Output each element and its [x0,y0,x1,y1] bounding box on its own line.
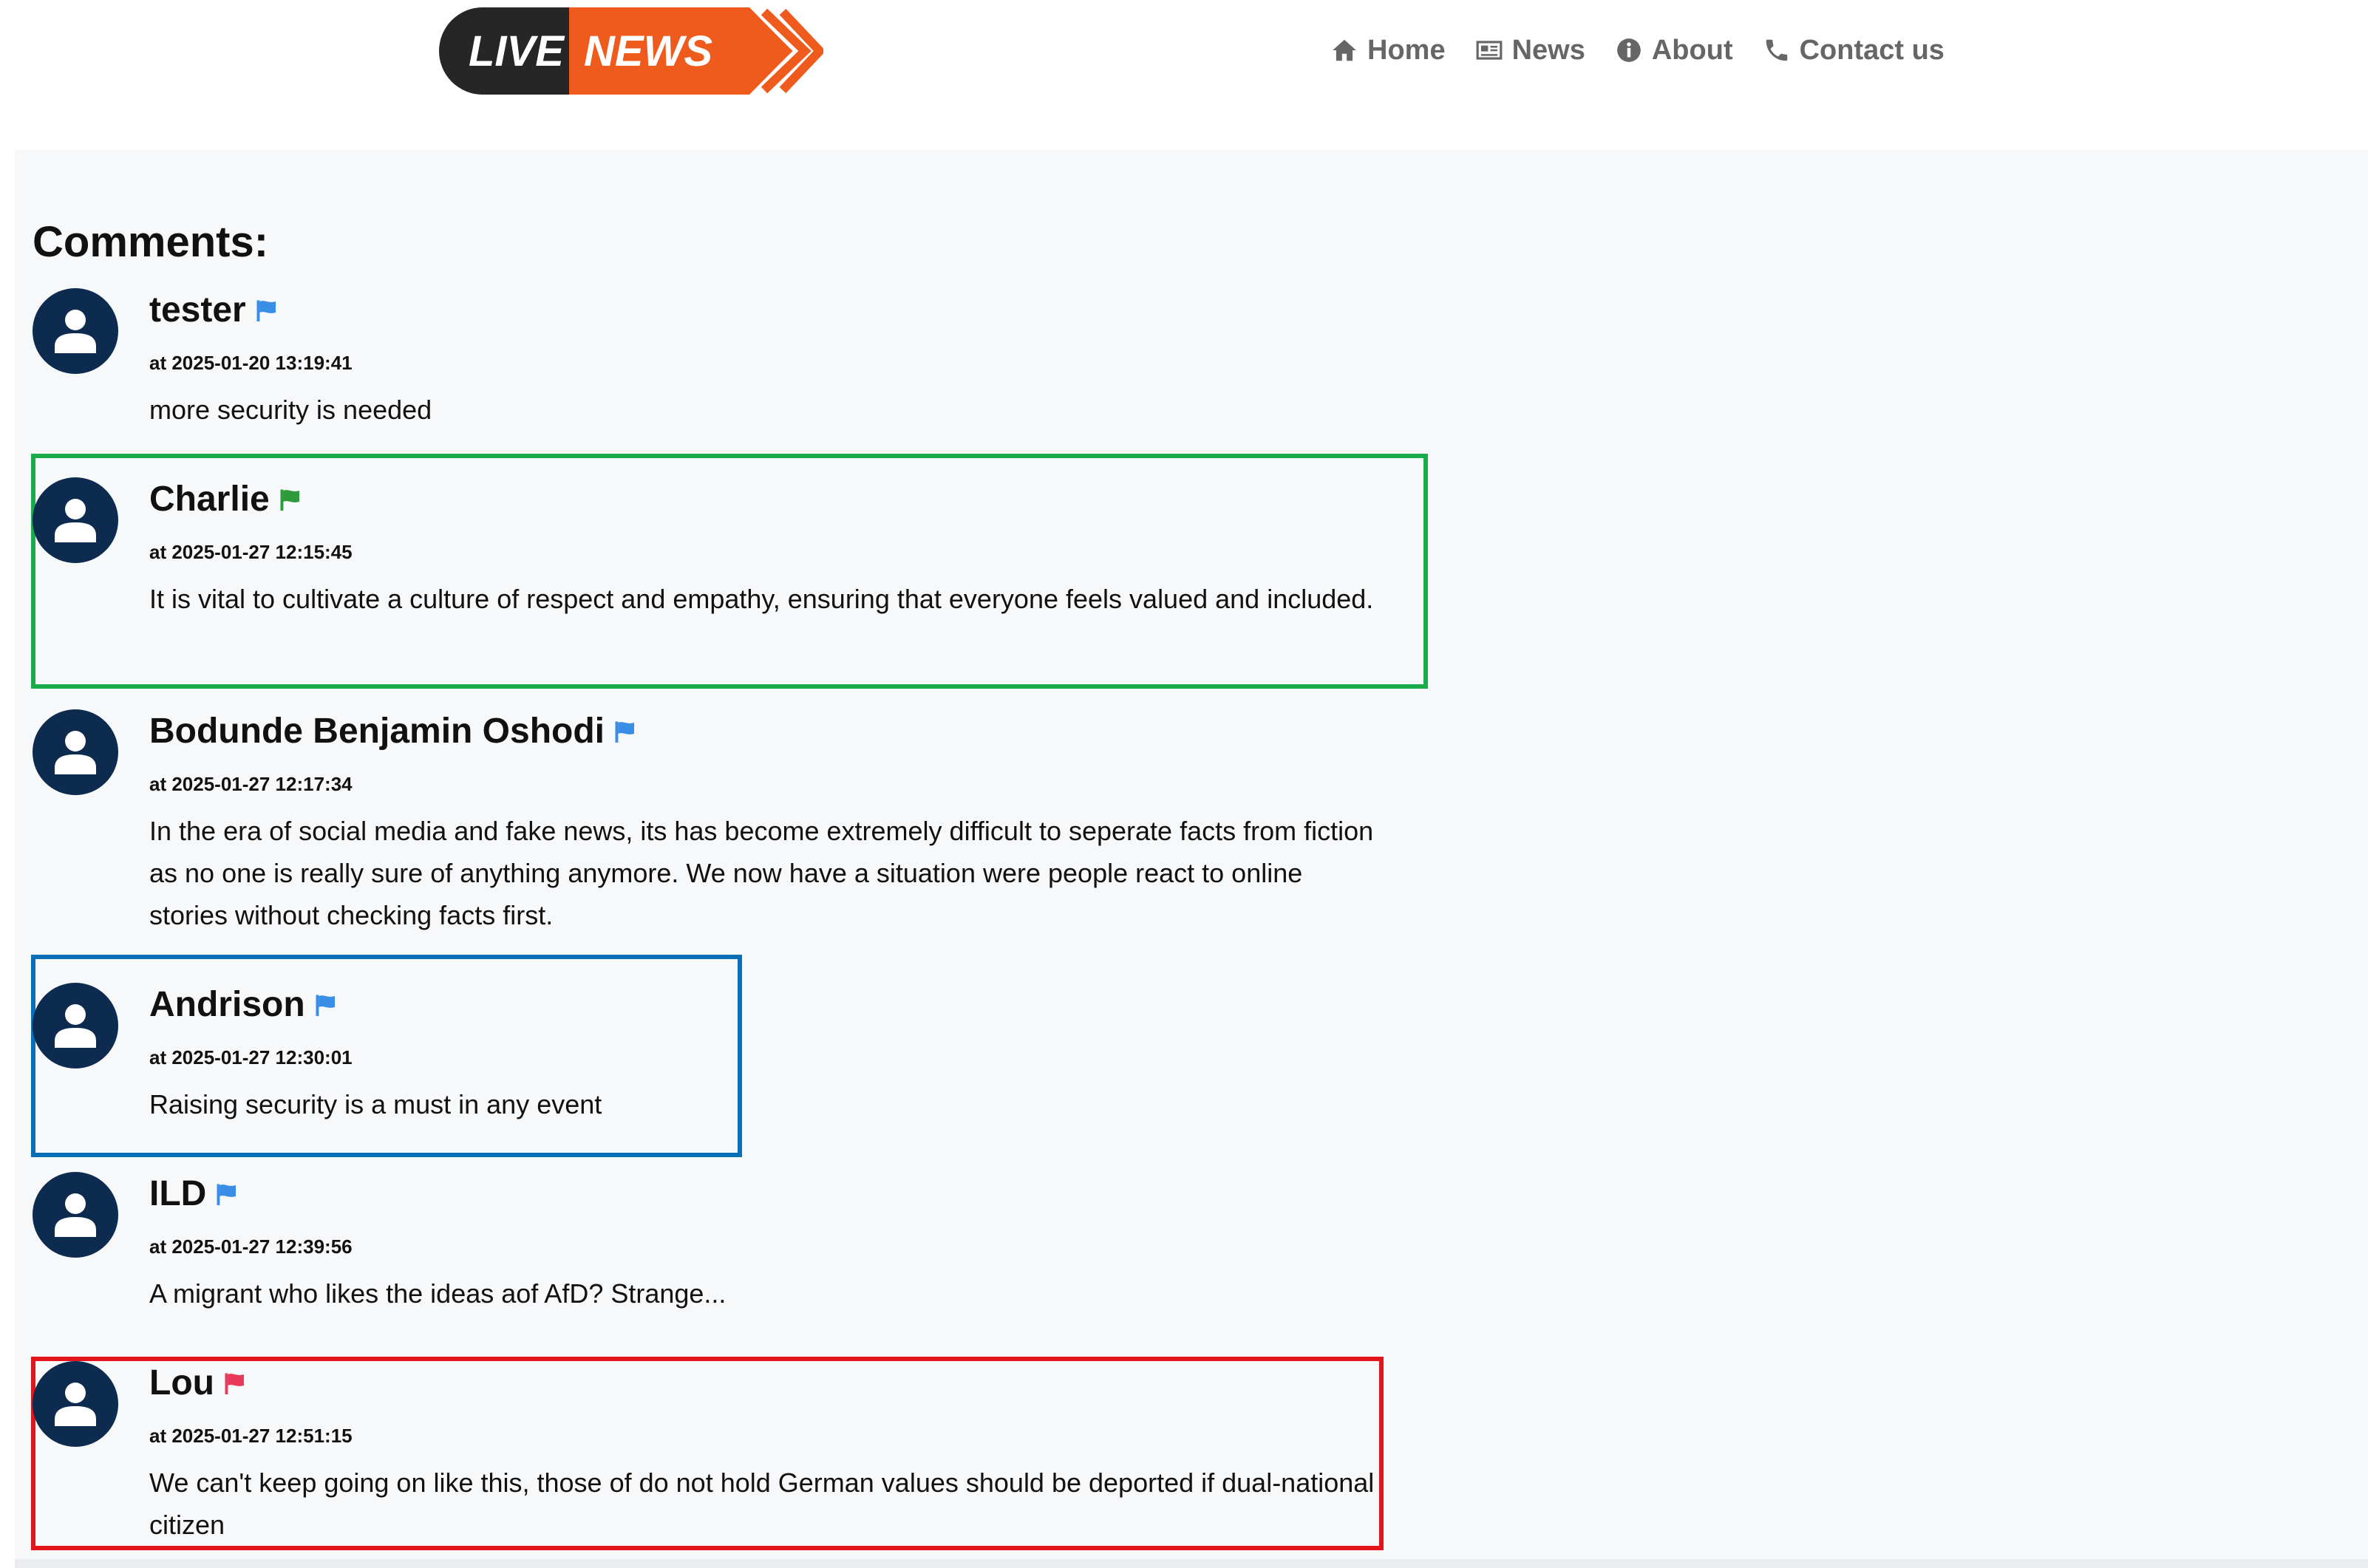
comment-text: Raising security is a must in any event [149,1089,602,1119]
comment-timestamp: at 2025-01-20 13:19:41 [149,352,353,374]
avatar [33,477,118,563]
comment-timestamp: at 2025-01-27 12:17:34 [149,773,353,795]
comment-author: ILD [149,1174,207,1213]
user-avatar-icon [33,288,118,374]
live-news-logo[interactable]: LIVE NEWS [439,7,826,95]
logo-live-text: LIVE [469,27,565,75]
user-avatar-icon [33,983,118,1068]
comment-timestamp: at 2025-01-27 12:39:56 [149,1235,353,1258]
comment-text: We can't keep going on like this, those … [149,1468,1375,1540]
nav-home[interactable]: Home [1330,35,1446,67]
comment-timestamp: at 2025-01-27 12:30:01 [149,1046,353,1068]
nav-contact-label: Contact us [1799,34,1945,66]
nav-news-label: News [1511,34,1585,66]
comment-author: Bodunde Benjamin Oshodi [149,712,605,751]
nav-news[interactable]: News [1475,35,1585,67]
newspaper-icon [1476,41,1502,60]
report-flag-icon[interactable] [254,297,280,324]
comment-text: more security is needed [149,395,432,425]
comment-text: A migrant who likes the ideas aof AfD? S… [149,1278,727,1309]
comment-author: Charlie [149,480,270,519]
nav-about[interactable]: About [1615,35,1733,67]
comment-author: tester [149,290,246,330]
avatar [33,1172,118,1258]
avatar [33,709,118,795]
avatar [33,1361,118,1447]
home-icon [1333,39,1356,61]
info-icon [1617,38,1641,62]
phone-icon [1766,39,1787,61]
comments-heading: Comments: [33,218,269,266]
panel-bottom-edge [15,1559,2368,1568]
nav-about-label: About [1651,34,1733,66]
avatar [33,288,118,374]
comment-text: It is vital to cultivate a culture of re… [149,584,1374,614]
user-avatar-icon [33,477,118,563]
user-avatar-icon [33,1361,118,1447]
user-avatar-icon [33,1172,118,1258]
avatar [33,983,118,1068]
highlight-box-blue [31,955,742,1157]
comment-timestamp: at 2025-01-27 12:15:45 [149,541,353,563]
comment-timestamp: at 2025-01-27 12:51:15 [149,1425,353,1447]
nav-home-label: Home [1367,34,1446,66]
report-flag-icon[interactable] [222,1370,248,1397]
main-nav: Home News About Contact us [1330,30,1945,71]
report-flag-icon[interactable] [612,718,639,745]
report-flag-icon[interactable] [277,486,304,513]
comment-author: Andrison [149,985,305,1024]
logo-news-text: NEWS [584,27,712,75]
report-flag-icon[interactable] [214,1181,240,1207]
report-flag-icon[interactable] [313,992,339,1018]
comment-text: In the era of social media and fake news… [149,816,1374,930]
user-avatar-icon [33,709,118,795]
nav-contact[interactable]: Contact us [1763,35,1945,67]
comment-author: Lou [149,1363,214,1402]
